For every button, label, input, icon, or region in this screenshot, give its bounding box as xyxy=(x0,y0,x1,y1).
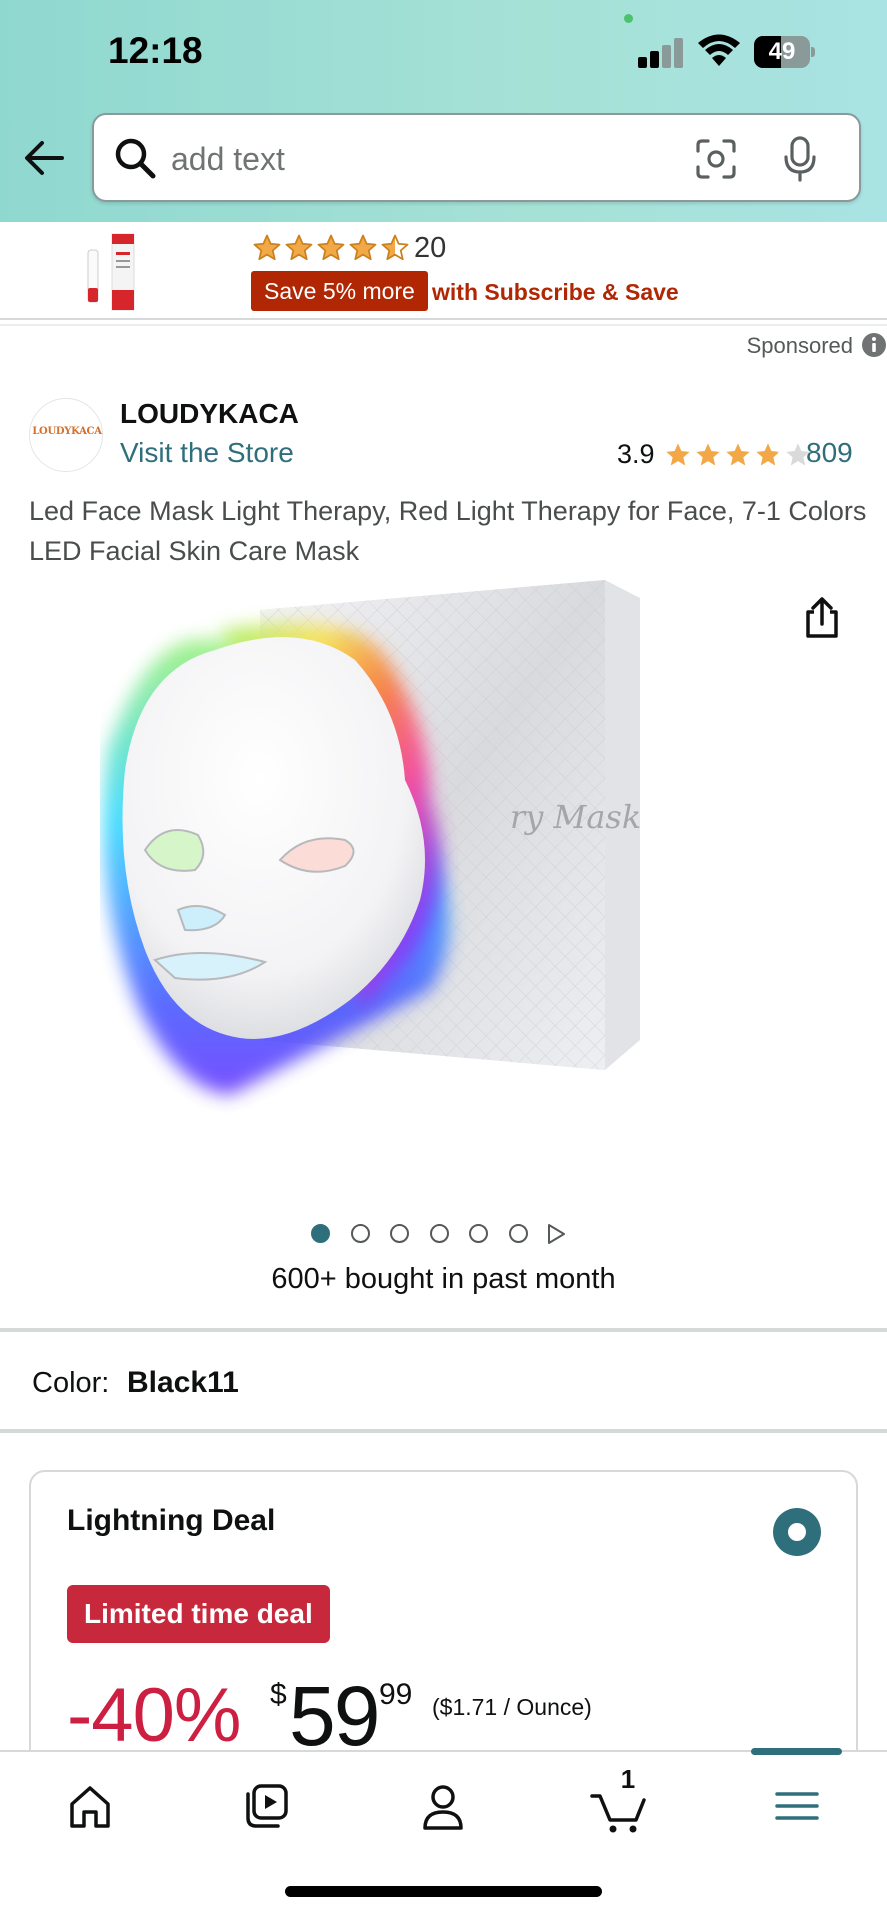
star-icon xyxy=(696,443,720,466)
share-icon[interactable] xyxy=(802,596,842,640)
active-tab-indicator xyxy=(751,1748,842,1755)
subscribe-save-text: with Subscribe & Save xyxy=(432,279,679,305)
home-icon[interactable] xyxy=(60,1776,120,1836)
star-icon xyxy=(756,443,780,466)
camera-scan-icon[interactable] xyxy=(694,137,738,181)
sponsored-label: Sponsored xyxy=(746,333,853,358)
star-icon xyxy=(285,234,313,261)
lightning-deal-card[interactable]: Lightning Deal Limited time deal -40% $ … xyxy=(29,1470,858,1770)
carousel-dot[interactable] xyxy=(469,1224,488,1243)
box-brand-text: ry Mask xyxy=(510,798,641,836)
cart-count: 1 xyxy=(620,1764,636,1794)
deal-radio-selected[interactable] xyxy=(773,1508,821,1556)
back-arrow-icon[interactable] xyxy=(22,135,68,181)
bought-in-past-month: 600+ bought in past month xyxy=(271,1263,616,1295)
carousel-dot[interactable] xyxy=(311,1224,330,1243)
menu-icon[interactable] xyxy=(767,1776,827,1836)
account-icon[interactable] xyxy=(413,1776,473,1836)
header: 12:18 49 add text xyxy=(0,0,887,222)
search-bar[interactable]: add text xyxy=(92,113,861,202)
promo-review-count[interactable]: 20 xyxy=(414,232,446,265)
price-fraction: 99 xyxy=(379,1678,413,1711)
rating-stars[interactable] xyxy=(664,441,814,469)
price-currency: $ xyxy=(270,1678,287,1711)
brand-logo-text: LOUDYKACA xyxy=(32,426,102,437)
limited-time-deal-badge: Limited time deal xyxy=(67,1585,330,1643)
cellular-signal-icon xyxy=(638,38,686,68)
carousel-dot[interactable] xyxy=(350,1224,370,1243)
brand-logo[interactable]: LOUDYKACA xyxy=(29,398,103,472)
promo-product-thumbnail[interactable] xyxy=(82,230,138,312)
discount-percent: -40% xyxy=(67,1673,241,1758)
star-icon xyxy=(253,234,281,261)
video-icon[interactable] xyxy=(236,1776,296,1836)
deal-title: Lightning Deal xyxy=(67,1504,276,1537)
product-image[interactable]: ry Mask xyxy=(100,570,800,1170)
rating-value: 3.9 xyxy=(617,439,655,469)
battery-indicator: 49 xyxy=(754,36,815,68)
info-icon[interactable] xyxy=(861,332,887,358)
video-play-icon[interactable] xyxy=(545,1223,567,1245)
sponsored-product-strip[interactable]: 20 Save 5% more with Subscribe & Save xyxy=(0,222,887,320)
carousel-dot[interactable] xyxy=(429,1224,449,1243)
visit-store-link[interactable]: Visit the Store xyxy=(120,437,294,469)
unit-price: ($1.71 / Ounce) xyxy=(432,1694,592,1720)
carousel-dot[interactable] xyxy=(508,1224,528,1243)
color-value: Black11 xyxy=(127,1366,239,1399)
star-icon xyxy=(381,234,409,261)
carousel-dot[interactable] xyxy=(390,1224,409,1243)
promo-star-rating xyxy=(252,233,412,263)
star-icon xyxy=(317,234,345,261)
product-title: Led Face Mask Light Therapy, Red Light T… xyxy=(29,496,867,566)
star-icon xyxy=(349,234,377,261)
star-icon xyxy=(666,443,690,466)
color-label: Color: xyxy=(32,1367,110,1399)
save-more-badge: Save 5% more xyxy=(251,271,428,311)
rating-count-link[interactable]: 809 xyxy=(806,437,853,469)
image-carousel-dots[interactable] xyxy=(0,1221,887,1247)
star-icon xyxy=(726,443,750,466)
section-divider xyxy=(0,1328,887,1332)
search-icon xyxy=(115,138,156,179)
mic-icon[interactable] xyxy=(782,135,818,183)
status-time: 12:18 xyxy=(108,30,203,71)
battery-level: 49 xyxy=(768,38,796,65)
wifi-icon xyxy=(698,34,740,66)
privacy-indicator-dot xyxy=(624,14,633,23)
home-indicator xyxy=(285,1886,602,1897)
section-divider xyxy=(0,1429,887,1433)
brand-name: LOUDYKACA xyxy=(120,398,299,429)
search-input[interactable]: add text xyxy=(171,141,285,178)
divider xyxy=(0,324,887,326)
